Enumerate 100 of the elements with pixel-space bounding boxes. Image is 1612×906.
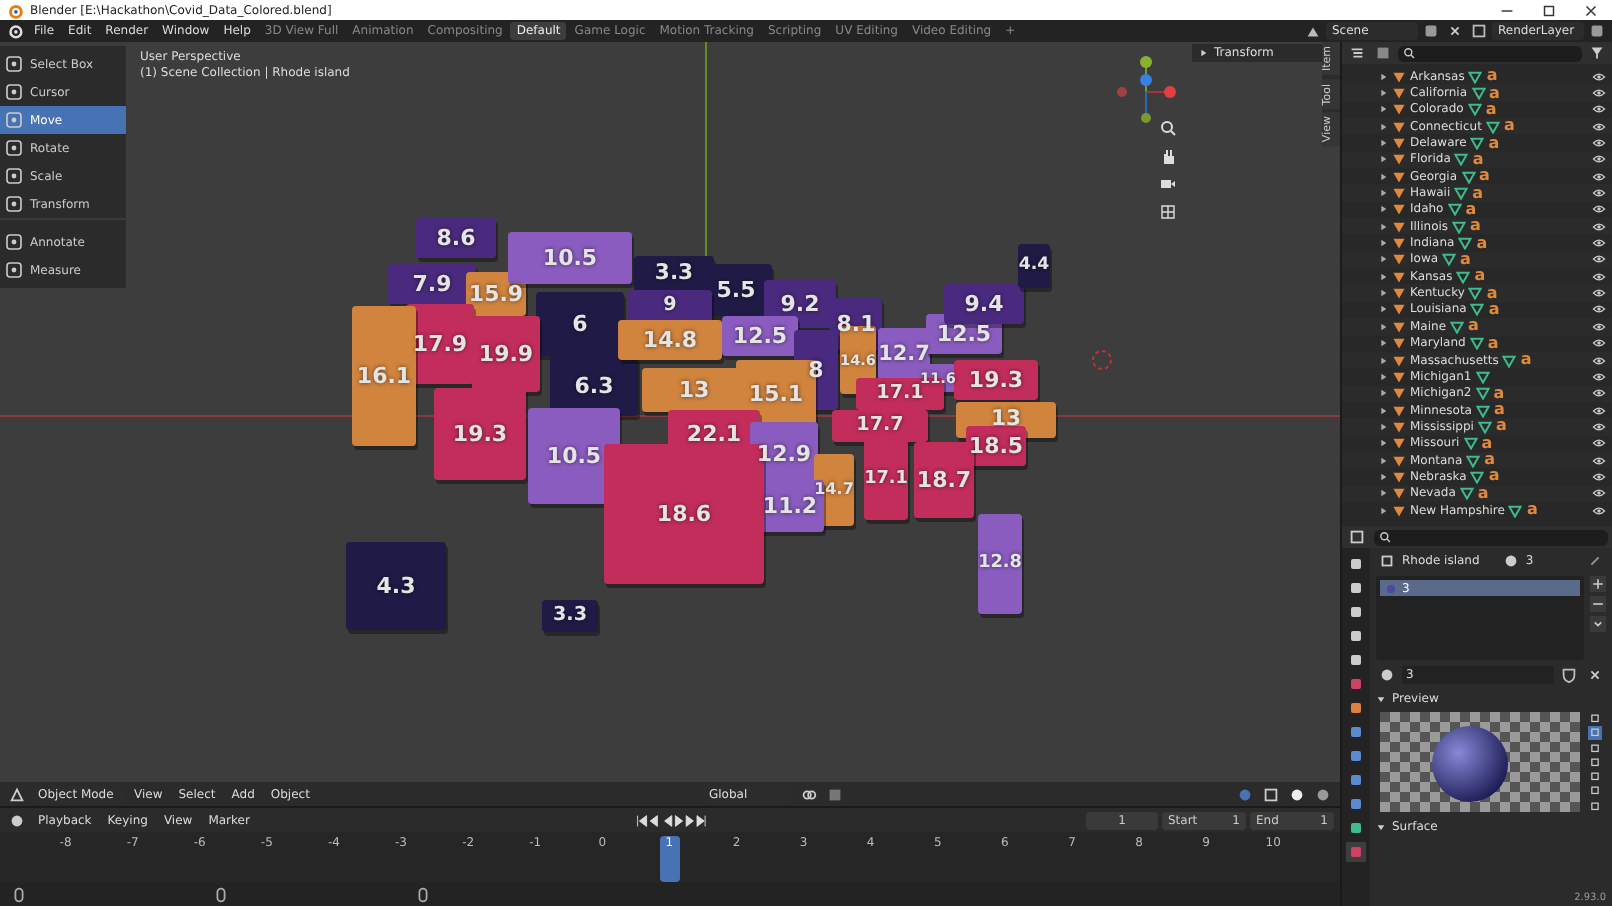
grid-icon[interactable] <box>1158 202 1178 222</box>
eye-icon[interactable] <box>1592 236 1606 251</box>
map-value: 16.1 <box>356 365 412 387</box>
search-field[interactable] <box>1398 45 1582 61</box>
collapse-arrow-icon <box>1198 48 1208 58</box>
search-icon <box>1378 530 1392 544</box>
map-value: 17.9 <box>412 333 468 355</box>
font-data-icon: a <box>1488 468 1500 485</box>
3d-cursor-icon <box>1090 348 1114 372</box>
map-value: 12.7 <box>878 343 930 365</box>
eye-icon[interactable] <box>1592 86 1606 101</box>
mouse-icon <box>414 885 432 904</box>
map-value: 19.3 <box>452 423 508 445</box>
eye-icon[interactable] <box>1592 369 1606 384</box>
link-icon[interactable] <box>800 785 819 804</box>
font-data-icon: a <box>1460 251 1471 268</box>
font-data-icon: a <box>1479 168 1490 185</box>
eye-icon[interactable] <box>1592 403 1606 418</box>
dropdown-icon[interactable] <box>1590 616 1606 632</box>
display-mode-icon[interactable] <box>1348 44 1366 62</box>
eye-icon[interactable] <box>1592 202 1606 217</box>
eye-icon[interactable] <box>1592 386 1606 401</box>
camera-icon[interactable] <box>1158 174 1178 194</box>
remove-icon[interactable] <box>1590 596 1606 612</box>
eye-icon[interactable] <box>1592 119 1606 134</box>
map-value: 15.9 <box>468 283 524 305</box>
search-field[interactable] <box>1374 529 1608 545</box>
map-value: 4.3 <box>376 575 416 597</box>
tool-icon <box>4 54 24 74</box>
map-value: 3.3 <box>553 606 587 626</box>
map-value: 4.4 <box>1018 257 1050 275</box>
font-data-icon: a <box>1520 352 1532 369</box>
eye-icon[interactable] <box>1592 152 1606 167</box>
maximize-icon[interactable] <box>1540 1 1558 19</box>
font-data-icon: a <box>1468 318 1479 335</box>
tool-icon <box>4 82 24 102</box>
eye-icon[interactable] <box>1592 503 1606 518</box>
expand-arrow-icon <box>1376 821 1386 832</box>
eye-icon[interactable] <box>1592 269 1606 284</box>
map-value: 22.1 <box>686 423 742 445</box>
map-value: 19.3 <box>968 369 1024 391</box>
material-icon <box>1501 552 1520 570</box>
eye-icon[interactable] <box>1592 353 1606 368</box>
tool-icon <box>4 194 24 214</box>
eye-icon[interactable] <box>1592 469 1606 484</box>
eye-icon[interactable] <box>1592 219 1606 234</box>
eye-icon[interactable] <box>1592 436 1606 451</box>
eye-icon[interactable] <box>1592 336 1606 351</box>
eye-icon[interactable] <box>1592 286 1606 301</box>
tool-icon <box>4 138 24 158</box>
delete-icon[interactable] <box>1446 22 1464 40</box>
pin-icon[interactable] <box>1586 552 1604 570</box>
eye-icon[interactable] <box>1592 319 1606 334</box>
editor-type-icon[interactable] <box>8 785 26 804</box>
eye-icon[interactable] <box>1592 419 1606 434</box>
map-value: 18.7 <box>916 469 972 491</box>
font-data-icon: a <box>1493 402 1505 419</box>
font-data-icon: a <box>1472 185 1484 202</box>
eye-icon[interactable] <box>1592 169 1606 184</box>
map-value: 7.9 <box>412 273 452 295</box>
font-data-icon: a <box>1477 485 1489 502</box>
shield-icon[interactable] <box>1560 666 1578 684</box>
map-value: 8.6 <box>436 227 476 249</box>
font-data-icon: a <box>1485 101 1497 118</box>
map-value: 9 <box>663 296 677 316</box>
font-data-icon: a <box>1489 85 1500 102</box>
material-browse-icon[interactable] <box>1378 666 1396 684</box>
font-data-icon: a <box>1470 218 1481 235</box>
font-data-icon: a <box>1484 452 1496 469</box>
eye-icon[interactable] <box>1592 102 1606 117</box>
font-data-icon: a <box>1487 335 1499 352</box>
eye-icon[interactable] <box>1592 69 1606 84</box>
editor-type-icon[interactable] <box>1348 528 1366 546</box>
eye-icon[interactable] <box>1592 252 1606 267</box>
mesh-data-icon <box>1508 503 1523 518</box>
eye-icon[interactable] <box>1592 486 1606 501</box>
font-data-icon: a <box>1474 268 1486 285</box>
font-data-icon: a <box>1495 418 1507 435</box>
eye-icon[interactable] <box>1592 302 1606 317</box>
map-value: 10.5 <box>546 445 602 467</box>
eye-icon[interactable] <box>1592 186 1606 201</box>
eye-icon[interactable] <box>1592 136 1606 151</box>
map-value: 5.5 <box>716 279 756 301</box>
font-data-icon: a <box>1526 502 1538 519</box>
hand-icon[interactable] <box>1158 146 1178 166</box>
render-layer-icon[interactable] <box>1470 22 1488 40</box>
map-value: 18.5 <box>968 435 1024 457</box>
tool-icon <box>4 110 24 130</box>
zoom-icon[interactable] <box>1158 118 1178 138</box>
map-value: 12.5 <box>732 325 788 347</box>
font-data-icon: a <box>1488 301 1500 318</box>
mouse-icon <box>212 885 230 904</box>
map-value: 12.8 <box>978 555 1022 573</box>
font-data-icon: a <box>1493 385 1505 402</box>
object-icon <box>1378 552 1396 570</box>
material-sphere-icon <box>1384 581 1398 595</box>
close-icon[interactable] <box>1582 1 1600 19</box>
add-icon[interactable] <box>1590 576 1606 592</box>
close-icon[interactable] <box>1586 666 1604 684</box>
eye-icon[interactable] <box>1592 453 1606 468</box>
